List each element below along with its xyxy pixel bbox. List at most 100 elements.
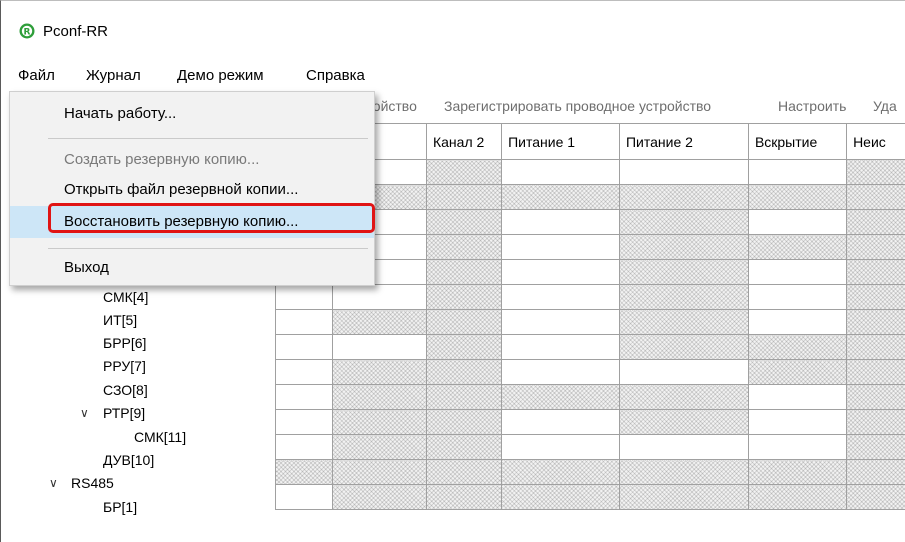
table-cell [747, 484, 848, 510]
table-cell [274, 384, 334, 410]
toolbar-configure-button[interactable]: Настроить [778, 98, 846, 114]
tree-item-szo-8[interactable]: СЗО[8] [103, 382, 148, 398]
table-row[interactable] [274, 434, 905, 460]
table-row[interactable] [274, 334, 905, 360]
table-cell [425, 284, 503, 310]
table-cell [501, 284, 620, 310]
table-cell [332, 284, 427, 310]
menu-journal[interactable]: Журнал [86, 67, 141, 84]
table-cell [618, 409, 749, 435]
tree-item-smk-11[interactable]: СМК[11] [134, 429, 186, 445]
table-cell [846, 159, 905, 185]
menu-help[interactable]: Справка [306, 67, 365, 84]
table-cell [618, 359, 749, 385]
title-bar: R Pconf-RR [1, 1, 905, 59]
table-cell [425, 359, 503, 385]
table-cell [501, 259, 620, 285]
table-cell [501, 309, 620, 335]
table-cell [618, 159, 749, 185]
table-cell [618, 459, 749, 485]
table-cell [501, 459, 620, 485]
table-cell [274, 334, 334, 360]
table-row[interactable] [274, 484, 905, 510]
table-cell [332, 334, 427, 360]
table-cell [747, 359, 848, 385]
column-header-tamper[interactable]: Вскрытие [747, 123, 848, 160]
table-cell [425, 309, 503, 335]
tree-item-rs485[interactable]: RS485 [71, 475, 114, 491]
menu-file[interactable]: Файл [18, 67, 55, 84]
toolbar-delete-button[interactable]: Уда [873, 98, 897, 114]
table-cell [618, 484, 749, 510]
table-cell [846, 334, 905, 360]
column-header-power-1[interactable]: Питание 1 [501, 123, 620, 160]
table-cell [846, 409, 905, 435]
tree-item-rru-7[interactable]: РРУ[7] [103, 358, 146, 374]
table-cell [425, 184, 503, 210]
table-cell [425, 259, 503, 285]
table-cell [425, 209, 503, 235]
tree-item-duv-10[interactable]: ДУВ[10] [103, 452, 154, 468]
table-row[interactable] [274, 284, 905, 310]
table-cell [425, 384, 503, 410]
menu-separator [48, 248, 368, 249]
table-cell [618, 234, 749, 260]
table-cell [618, 209, 749, 235]
table-cell [501, 484, 620, 510]
chevron-down-icon[interactable]: ∨ [80, 406, 89, 420]
tree-item-it-5[interactable]: ИТ[5] [103, 312, 137, 328]
table-cell [274, 409, 334, 435]
toolbar-register-wired-device-button[interactable]: Зарегистрировать проводное устройство [444, 98, 711, 114]
tree-item-smk-4[interactable]: СМК[4] [103, 289, 148, 305]
table-row[interactable] [274, 409, 905, 435]
table-cell [618, 184, 749, 210]
table-cell [747, 384, 848, 410]
table-cell [846, 359, 905, 385]
table-cell [747, 284, 848, 310]
table-cell [274, 459, 334, 485]
table-cell [425, 434, 503, 460]
table-cell [618, 259, 749, 285]
table-cell [425, 459, 503, 485]
table-cell [747, 434, 848, 460]
column-header-channel-2[interactable]: Канал 2 [425, 123, 503, 160]
menu-item-create-backup[interactable]: Создать резервную копию... [10, 144, 374, 176]
tree-item-rtr-9[interactable]: РТР[9] [103, 405, 145, 421]
menu-item-open-backup-file[interactable]: Открыть файл резервной копии... [10, 174, 374, 206]
table-cell [618, 334, 749, 360]
table-cell [747, 309, 848, 335]
column-header-power-2[interactable]: Питание 2 [618, 123, 749, 160]
table-cell [425, 159, 503, 185]
menu-item-exit[interactable]: Выход [10, 252, 374, 284]
tree-item-br-1[interactable]: БР[1] [103, 499, 137, 515]
table-cell [274, 484, 334, 510]
table-cell [501, 334, 620, 360]
table-cell [618, 284, 749, 310]
chevron-down-icon[interactable]: ∨ [49, 476, 58, 490]
table-cell [501, 434, 620, 460]
menu-item-start-work[interactable]: Начать работу... [10, 98, 374, 130]
table-cell [501, 159, 620, 185]
table-cell [747, 409, 848, 435]
column-header-fault[interactable]: Неис [846, 123, 905, 160]
table-cell [747, 159, 848, 185]
table-cell [332, 434, 427, 460]
table-cell [747, 259, 848, 285]
table-cell [501, 409, 620, 435]
table-row[interactable] [274, 384, 905, 410]
table-cell [618, 309, 749, 335]
table-cell [274, 309, 334, 335]
table-row[interactable] [274, 359, 905, 385]
table-cell [747, 334, 848, 360]
table-cell [618, 384, 749, 410]
table-row[interactable] [274, 459, 905, 485]
menu-demo-mode[interactable]: Демо режим [177, 67, 264, 84]
table-cell [332, 484, 427, 510]
table-row[interactable] [274, 309, 905, 335]
tree-item-brr-6[interactable]: БРР[6] [103, 335, 146, 351]
table-cell [846, 484, 905, 510]
app-window: R Pconf-RR Файл Журнал Демо режим Справк… [0, 0, 905, 542]
table-cell [747, 184, 848, 210]
table-cell [274, 359, 334, 385]
table-cell [846, 284, 905, 310]
